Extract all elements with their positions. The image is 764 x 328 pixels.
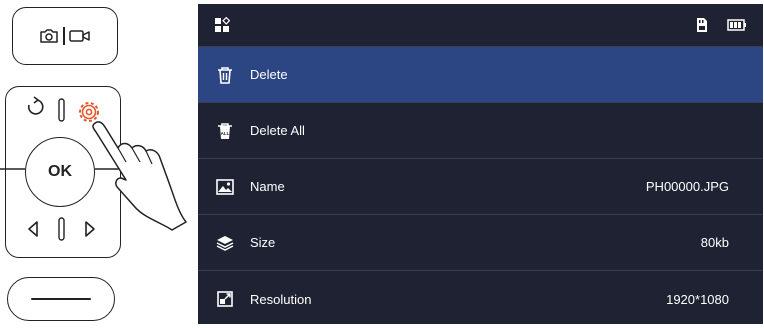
dpad-down-divider [58,217,65,241]
left-arrow-icon[interactable] [28,221,38,237]
menu-item-name[interactable]: Name PH00000.JPG [198,159,763,215]
power-bar-button[interactable] [7,277,115,321]
menu-item-label: Delete [250,67,288,82]
device-controls: OK [0,0,198,328]
trash-all-icon: ALL [214,120,236,142]
menu-item-label: Size [250,235,276,250]
bar-line [31,298,91,300]
menu-item-value: PH00000.JPG [645,179,729,194]
device-screen: Delete ALL Delete All Name PH00000.JPG S… [198,4,763,324]
menu-item-label: Resolution [250,291,312,307]
trash-icon [214,64,236,86]
menu-item-value: 1920*1080 [666,291,729,307]
menu-item-delete-all[interactable]: ALL Delete All [198,103,763,159]
menu-item-value: 80kb [700,235,729,250]
resolution-icon [214,288,236,310]
menu-item-label: Name [250,179,285,194]
ok-label: OK [48,163,72,180]
menu-item-resolution[interactable]: Resolution 1920*1080 [198,271,763,327]
grid-menu-icon [215,17,230,32]
battery-icon [727,19,746,31]
ok-button[interactable]: OK [25,137,95,207]
sd-card-icon [697,18,707,32]
back-icon[interactable] [27,96,44,115]
svg-text:ALL: ALL [221,131,230,136]
menu-item-label: Delete All [250,123,305,138]
menu-item-delete[interactable]: Delete [198,47,763,103]
menu-item-size[interactable]: Size 80kb [198,215,763,271]
dpad-up-divider [58,98,65,122]
layers-icon [214,232,236,254]
hand-pointer-icon [92,121,187,231]
screen-topbar [198,4,763,47]
image-icon [214,176,236,198]
